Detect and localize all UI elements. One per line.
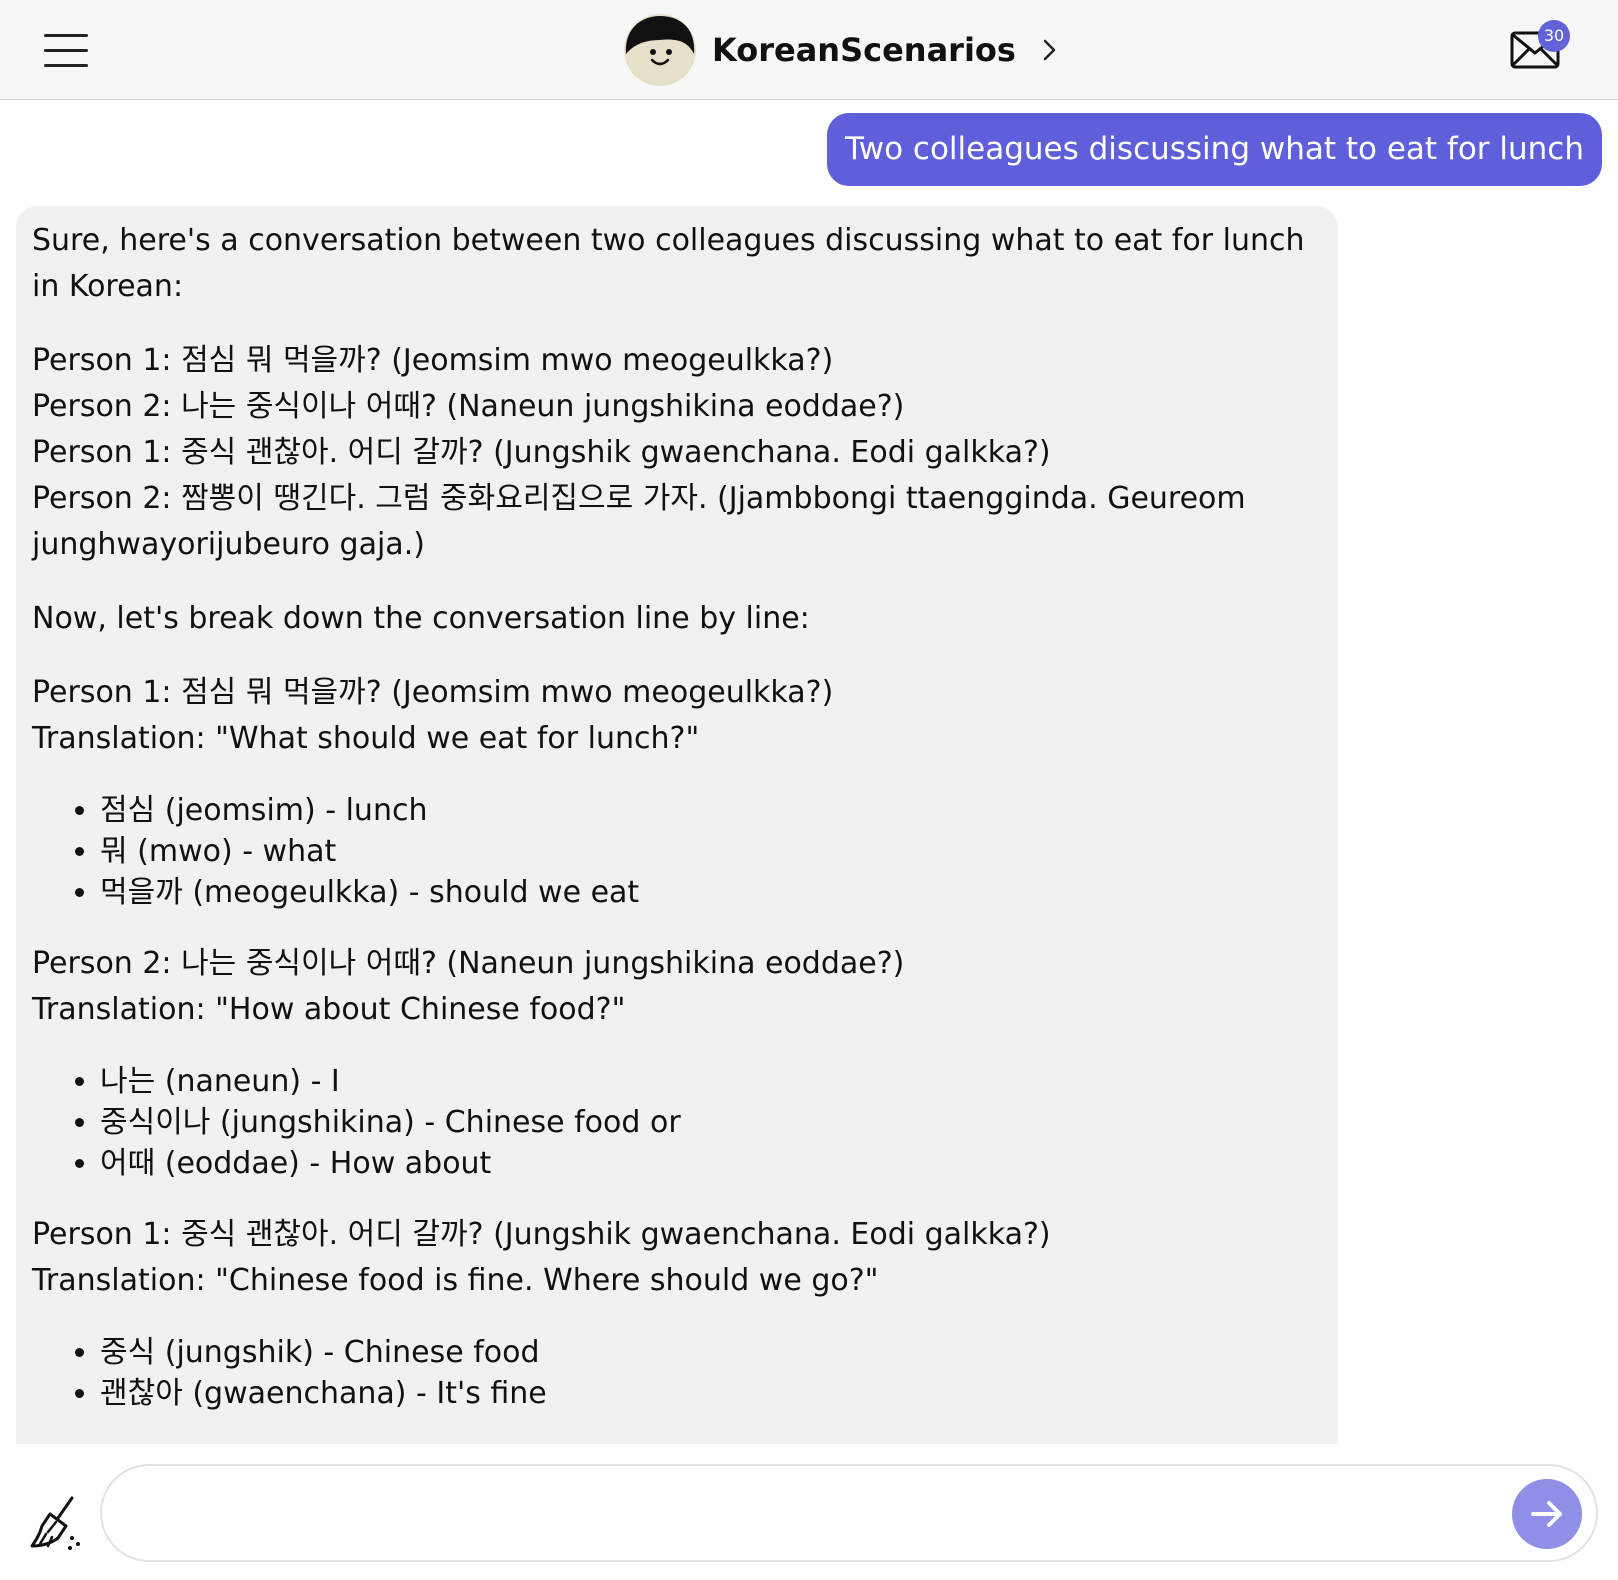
app-title: KoreanScenarios — [712, 31, 1016, 69]
dialogue-line: Person 2: 나는 중식이나 어때? (Naneun jungshikin… — [32, 389, 905, 424]
vocab-list: 나는 (naneun) - I 중식이나 (jungshikina) - Chi… — [32, 1061, 1318, 1184]
hamburger-menu-icon[interactable] — [38, 28, 94, 72]
vocab-list: 점심 (jeomsim) - lunch 뭐 (mwo) - what 먹을까 … — [32, 790, 1318, 913]
vocab-item: 중식 (jungshik) - Chinese food — [100, 1332, 1318, 1373]
breakdown-line-block: Person 1: 점심 뭐 먹을까? (Jeomsim mwo meogeul… — [32, 670, 1318, 762]
breakdown-line-block: Person 1: 중식 괜찮아. 어디 갈까? (Jungshik gwaen… — [32, 1212, 1318, 1304]
breakdown-korean-line: Person 1: 점심 뭐 먹을까? (Jeomsim mwo meogeul… — [32, 675, 834, 710]
breakdown-intro: Now, let's break down the conversation l… — [32, 601, 810, 636]
dialogue-line: Person 2: 짬뽕이 땡긴다. 그럼 중화요리집으로 가자. (Jjamb… — [32, 481, 1246, 562]
scenario-title-link[interactable]: KoreanScenarios — [624, 14, 1060, 86]
assistant-message-bubble: Sure, here's a conversation between two … — [16, 206, 1338, 1444]
broom-icon — [30, 1496, 80, 1550]
vocab-item: 괜찮아 (gwaenchana) - It's fine — [100, 1373, 1318, 1414]
vocab-item: 점심 (jeomsim) - lunch — [100, 790, 1318, 831]
breakdown-translation: Translation: "What should we eat for lun… — [32, 721, 700, 756]
dialogue-line: Person 1: 중식 괜찮아. 어디 갈까? (Jungshik gwaen… — [32, 435, 1051, 470]
user-message-bubble: Two colleagues discussing what to eat fo… — [826, 113, 1602, 186]
composer-bar — [0, 1444, 1618, 1580]
send-button[interactable] — [1512, 1479, 1582, 1549]
clear-chat-button[interactable] — [28, 1494, 86, 1552]
vocab-item: 어때 (eoddae) - How about — [100, 1143, 1318, 1184]
breakdown-korean-line: Person 1: 중식 괜찮아. 어디 갈까? (Jungshik gwaen… — [32, 1217, 1051, 1252]
unread-count-badge: 30 — [1538, 20, 1570, 52]
app-header: KoreanScenarios 30 — [0, 0, 1618, 100]
dialogue-line: Person 1: 점심 뭐 먹을까? (Jeomsim mwo meogeul… — [32, 343, 834, 378]
breakdown-korean-line: Person 2: 나는 중식이나 어때? (Naneun jungshikin… — [32, 946, 905, 981]
vocab-item: 먹을까 (meogeulkka) - should we eat — [100, 872, 1318, 913]
breakdown-line-block: Person 2: 나는 중식이나 어때? (Naneun jungshikin… — [32, 941, 1318, 1033]
intro-text: Sure, here's a conversation between two … — [32, 223, 1305, 304]
dialogue-block: Person 1: 점심 뭐 먹을까? (Jeomsim mwo meogeul… — [32, 338, 1318, 568]
vocab-item: 뭐 (mwo) - what — [100, 831, 1318, 872]
avatar-face-icon — [624, 14, 696, 86]
message-input[interactable] — [132, 1480, 1476, 1548]
message-input-container — [100, 1464, 1598, 1562]
chevron-right-icon — [1043, 39, 1056, 61]
vocab-list: 중식 (jungshik) - Chinese food 괜찮아 (gwaenc… — [32, 1332, 1318, 1414]
breakdown-translation: Translation: "How about Chinese food?" — [32, 992, 626, 1027]
vocab-item: 나는 (naneun) - I — [100, 1061, 1318, 1102]
vocab-item: 중식이나 (jungshikina) - Chinese food or — [100, 1102, 1318, 1143]
arrow-right-icon — [1531, 1501, 1562, 1527]
inbox-button[interactable]: 30 — [1506, 20, 1570, 76]
breakdown-translation: Translation: "Chinese food is fine. Wher… — [32, 1263, 879, 1298]
